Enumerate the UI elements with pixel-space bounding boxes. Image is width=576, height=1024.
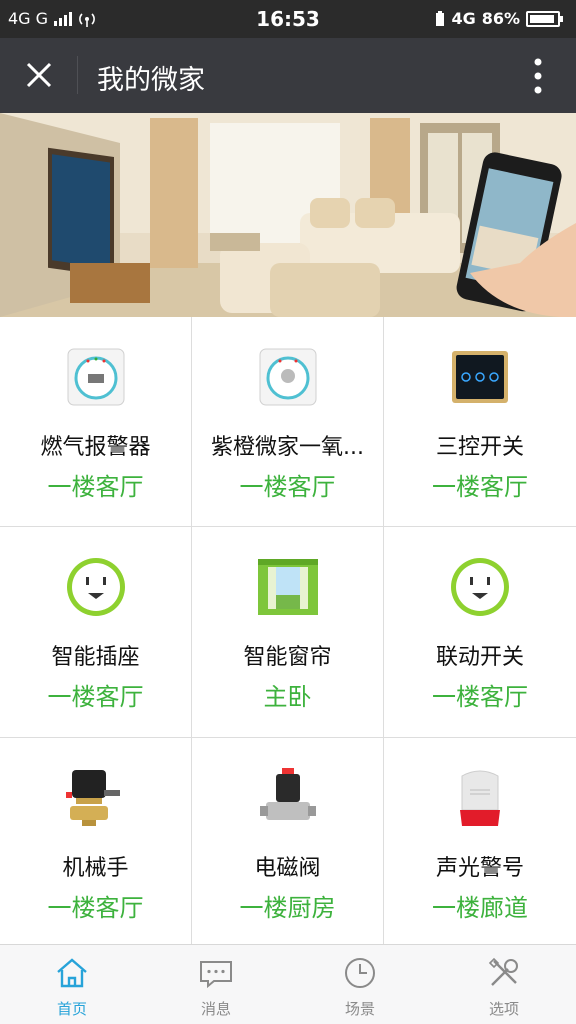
close-icon[interactable]	[20, 56, 58, 94]
tab-messages[interactable]: 消息	[144, 945, 288, 1024]
device-name: 燃气报警器	[40, 435, 151, 460]
device-name: 智能插座	[51, 645, 140, 670]
nav-bar: 我的微家	[0, 38, 576, 113]
co-alarm-icon	[259, 348, 316, 406]
device-tile[interactable]: 紫橙微家一氧... 一楼客厅	[192, 317, 383, 526]
triple-switch-icon	[452, 351, 508, 403]
device-name: 三控开关	[435, 435, 524, 460]
device-name: 智能窗帘	[243, 645, 332, 670]
device-tile[interactable]: 智能窗帘 主卧	[192, 527, 383, 737]
valve-manipulator-icon	[65, 770, 120, 826]
device-room: 主卧	[263, 683, 312, 711]
battery-saver-icon	[436, 10, 445, 26]
tab-label: 选项	[488, 1000, 519, 1018]
device-room: 一楼客厅	[239, 473, 336, 501]
device-tile[interactable]: 智能插座 一楼客厅	[0, 527, 191, 737]
device-name: 紫橙微家一氧...	[211, 435, 364, 460]
tab-label: 首页	[56, 1000, 87, 1018]
status-bar: 4G G 16:53 4G 86%	[0, 0, 576, 38]
smart-socket-icon	[66, 558, 125, 616]
battery-icon	[526, 10, 563, 27]
more-options-icon[interactable]	[522, 56, 554, 96]
device-room: 一楼客厅	[47, 894, 144, 922]
tab-home[interactable]: 首页	[0, 945, 144, 1024]
nav-divider	[77, 56, 78, 94]
home-icon	[57, 958, 87, 988]
device-tile[interactable]: 声光警号 一楼廊道	[384, 738, 576, 944]
device-room: 一楼厨房	[239, 894, 336, 922]
device-room: 一楼客厅	[47, 683, 144, 711]
message-icon	[200, 961, 232, 989]
clock-icon	[345, 958, 375, 988]
tools-icon	[488, 957, 518, 986]
device-name: 电磁阀	[254, 856, 321, 881]
battery-percent: 86%	[481, 9, 520, 28]
device-tile[interactable]: 三控开关 一楼客厅	[384, 317, 576, 526]
tab-bar: 首页 消息 场景 选项	[0, 944, 576, 1024]
tab-options[interactable]: 选项	[432, 945, 576, 1024]
tab-scenes[interactable]: 场景	[288, 945, 432, 1024]
device-grid: 燃气报警器 一楼客厅 紫橙微家一氧... 一楼客厅 三控开关 一楼客厅 智能插座…	[0, 317, 576, 944]
smart-curtain-icon	[257, 559, 318, 615]
device-room: 一楼客厅	[432, 473, 528, 501]
siren-icon	[460, 770, 500, 826]
device-tile[interactable]: 联动开关 一楼客厅	[384, 527, 576, 737]
device-tile[interactable]: 电磁阀 一楼厨房	[192, 738, 383, 944]
page-title: 我的微家	[97, 65, 205, 96]
device-name: 联动开关	[435, 645, 524, 670]
device-room: 一楼廊道	[432, 894, 528, 922]
network-type: 4G	[451, 9, 476, 28]
status-right: 4G 86%	[435, 9, 563, 28]
linkage-switch-icon	[451, 558, 509, 616]
device-name: 机械手	[62, 856, 129, 881]
device-tile[interactable]: 机械手 一楼客厅	[0, 738, 191, 944]
tab-label: 消息	[200, 1000, 231, 1018]
solenoid-valve-icon	[259, 768, 316, 820]
device-room: 一楼客厅	[432, 683, 528, 711]
gas-alarm-icon	[67, 348, 124, 406]
device-name: 声光警号	[435, 856, 524, 881]
tab-label: 场景	[344, 1000, 375, 1018]
device-tile[interactable]: 燃气报警器 一楼客厅	[0, 317, 191, 526]
device-room: 一楼客厅	[47, 473, 144, 501]
banner-image	[0, 113, 576, 317]
